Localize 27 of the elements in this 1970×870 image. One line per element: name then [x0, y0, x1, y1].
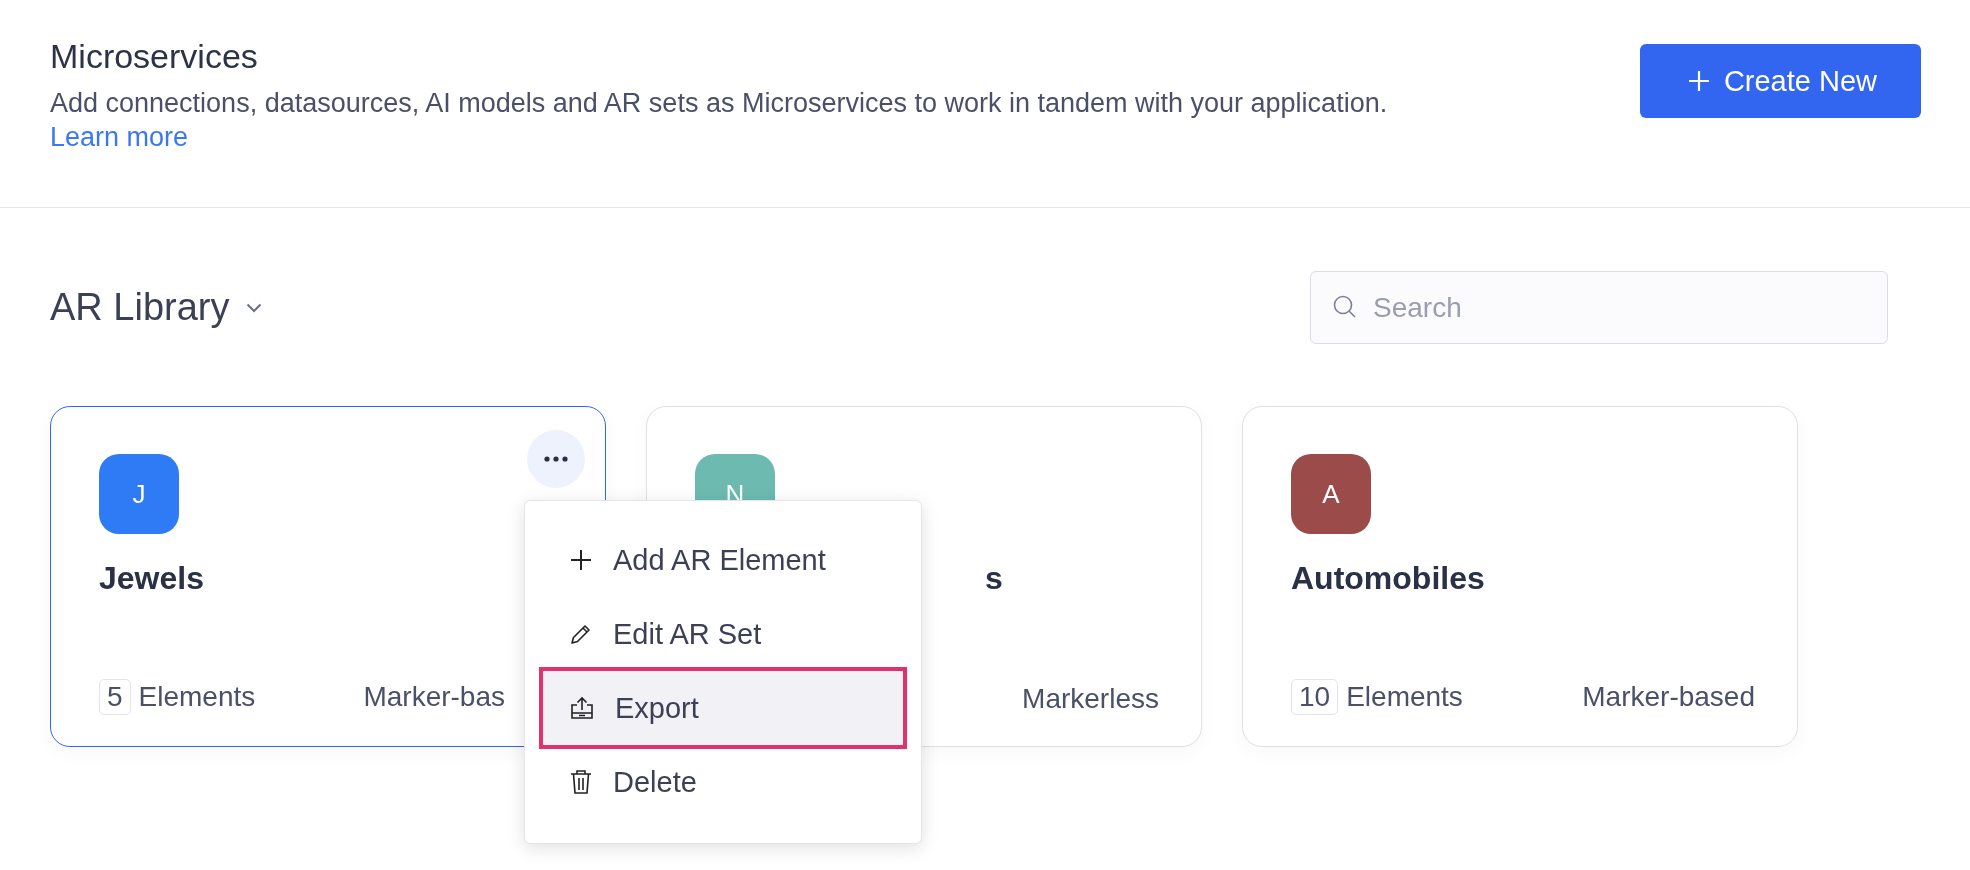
ar-set-name: s — [984, 560, 1004, 597]
ar-set-name: Jewels — [99, 560, 205, 597]
create-new-button[interactable]: Create New — [1639, 44, 1921, 118]
avatar: J — [99, 454, 179, 534]
search-icon — [1332, 294, 1358, 320]
search-field[interactable]: Search — [1310, 271, 1888, 344]
page-description: Add connections, datasources, AI models and AR sets as Microservices to work in tandem with your application. — [50, 87, 1388, 120]
library-title[interactable]: AR Library — [50, 286, 230, 329]
export-icon — [569, 695, 595, 721]
pencil-icon — [569, 622, 593, 646]
chevron-down-icon[interactable] — [245, 302, 262, 313]
learn-more-link[interactable]: Learn more — [50, 120, 189, 154]
ar-set-type: Marker-based — [1582, 681, 1755, 713]
trash-icon — [569, 769, 593, 795]
element-count-label: Elements — [1346, 681, 1463, 713]
page-title: Microservices — [50, 36, 259, 76]
element-count: 10 — [1291, 679, 1339, 715]
ar-set-type: Markerless — [1022, 683, 1159, 715]
element-count-label: Elements — [138, 681, 256, 713]
ar-set-name: Automobiles — [1291, 560, 1486, 597]
element-count: 5 — [99, 679, 131, 715]
plus-icon — [1687, 70, 1710, 92]
more-icon — [544, 456, 568, 462]
ar-set-type: Marker-bas — [363, 681, 505, 713]
menu-item[interactable]: Export — [539, 667, 907, 749]
plus-icon — [569, 548, 593, 572]
avatar: A — [1291, 454, 1371, 534]
